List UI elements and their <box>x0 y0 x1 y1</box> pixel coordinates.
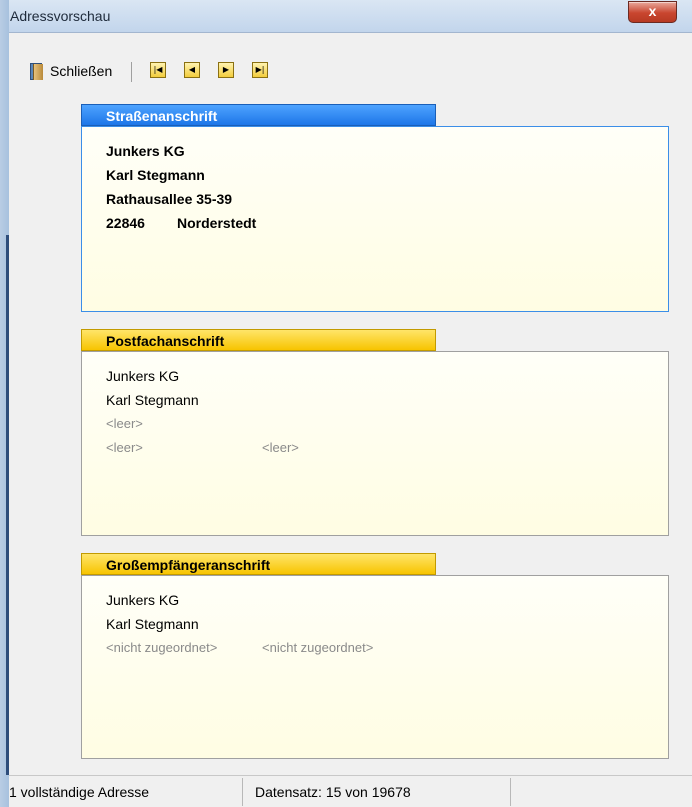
bulk-recipient-box: Junkers KG Karl Stegmann <nicht zugeordn… <box>81 575 669 759</box>
window-left-border <box>0 0 9 807</box>
last-record-icon: ▶| <box>255 65 265 74</box>
previous-record-button[interactable]: ◀ <box>184 62 200 78</box>
bulk-company: Junkers KG <box>106 592 180 608</box>
toolbar-separator <box>131 62 132 82</box>
status-divider <box>510 778 511 806</box>
status-divider <box>242 778 243 806</box>
next-record-icon: ▶ <box>222 65 230 74</box>
bulk-city: <nicht zugeordnet> <box>262 640 374 655</box>
street-company: Junkers KG <box>106 143 185 159</box>
bulk-zip: <nicht zugeordnet> <box>106 640 218 655</box>
street-address-panel: Straßenanschrift Junkers KG Karl Stegman… <box>81 104 669 312</box>
close-button[interactable]: Schließen <box>30 58 112 84</box>
last-record-button[interactable]: ▶| <box>252 62 268 78</box>
pobox-city: <leer> <box>262 440 299 455</box>
street-zip: 22846 <box>106 215 145 231</box>
first-record-button[interactable]: |◀ <box>150 62 166 78</box>
street-city: Norderstedt <box>177 215 257 231</box>
pobox-address-tab: Postfachanschrift <box>81 329 436 351</box>
status-complete-count: 1 vollständige Adresse <box>9 784 150 800</box>
address-preview-window: Adressvorschau x Schließen |◀ ◀ ▶ ▶| Str… <box>0 0 692 807</box>
street-street: Rathausallee 35-39 <box>106 191 233 207</box>
street-address-tab: Straßenanschrift <box>81 104 436 126</box>
status-record-position: Datensatz: 15 von 19678 <box>255 784 411 800</box>
pobox-zip: <leer> <box>106 440 143 455</box>
pobox-address-box: Junkers KG Karl Stegmann <leer> <leer> <… <box>81 351 669 536</box>
title-bar[interactable]: Adressvorschau x <box>0 0 692 33</box>
street-person: Karl Stegmann <box>106 167 205 183</box>
close-button-label: Schließen <box>50 63 113 79</box>
close-window-button[interactable]: x <box>628 1 677 23</box>
door-icon <box>30 62 44 80</box>
next-record-button[interactable]: ▶ <box>218 62 234 78</box>
previous-record-icon: ◀ <box>188 65 196 74</box>
street-address-box: Junkers KG Karl Stegmann Rathausallee 35… <box>81 126 669 312</box>
pobox-pobox: <leer> <box>106 416 143 431</box>
pobox-address-panel: Postfachanschrift Junkers KG Karl Stegma… <box>81 329 669 536</box>
status-bar: 1 vollständige Adresse Datensatz: 15 von… <box>9 775 692 807</box>
pobox-person: Karl Stegmann <box>106 392 199 408</box>
window-title: Adressvorschau <box>10 8 111 24</box>
pobox-company: Junkers KG <box>106 368 180 384</box>
bulk-person: Karl Stegmann <box>106 616 199 632</box>
first-record-icon: |◀ <box>153 65 163 74</box>
bulk-recipient-tab: Großempfängeranschrift <box>81 553 436 575</box>
bulk-recipient-panel: Großempfängeranschrift Junkers KG Karl S… <box>81 553 669 759</box>
